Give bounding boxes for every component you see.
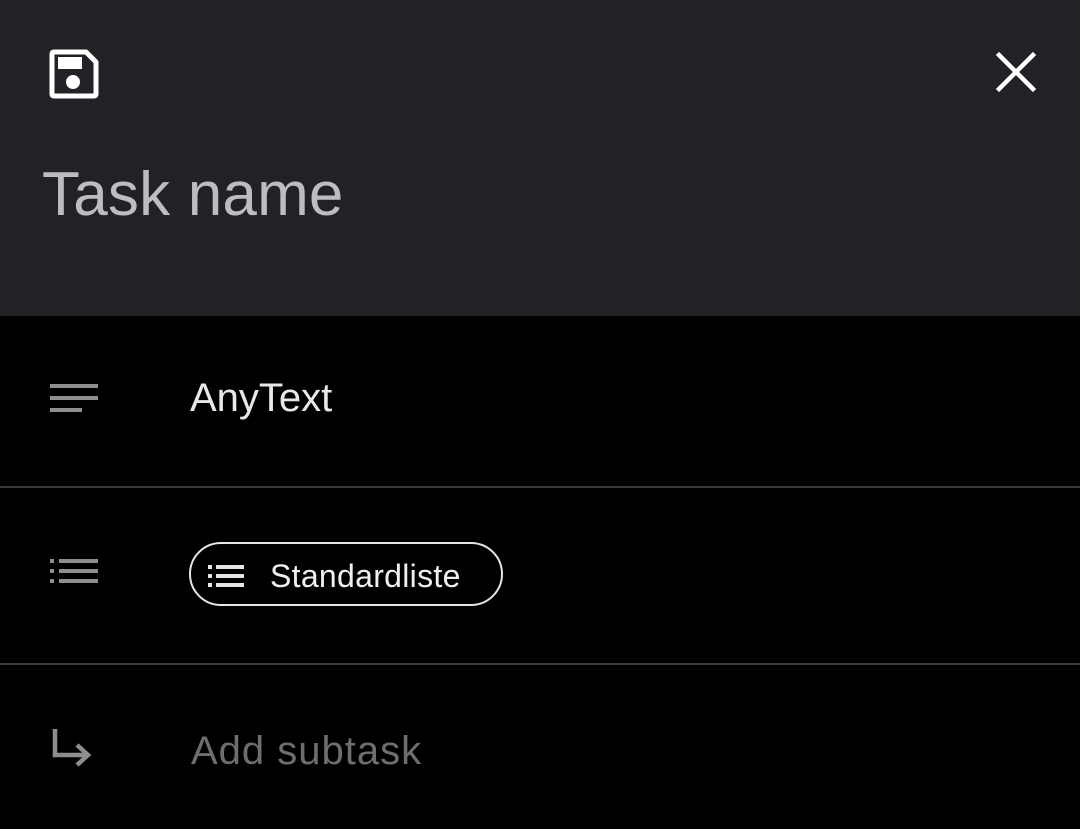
list-icon xyxy=(208,565,244,587)
notes-icon xyxy=(50,384,98,412)
description-text[interactable]: AnyText xyxy=(190,376,332,421)
subdirectory-arrow-right-icon xyxy=(52,729,92,767)
list-row: Standardliste xyxy=(0,488,1080,663)
save-button[interactable] xyxy=(44,44,104,104)
subtask-row xyxy=(0,665,1080,829)
close-icon xyxy=(995,51,1037,93)
task-name-input[interactable] xyxy=(42,154,1002,234)
close-button[interactable] xyxy=(986,42,1046,102)
list-chip[interactable]: Standardliste xyxy=(189,542,503,606)
description-row[interactable]: AnyText xyxy=(0,316,1080,486)
list-chip-label: Standardliste xyxy=(270,558,461,594)
save-icon xyxy=(49,49,99,99)
list-icon xyxy=(50,559,98,583)
task-editor-header xyxy=(0,0,1080,316)
add-subtask-input[interactable] xyxy=(191,723,791,779)
